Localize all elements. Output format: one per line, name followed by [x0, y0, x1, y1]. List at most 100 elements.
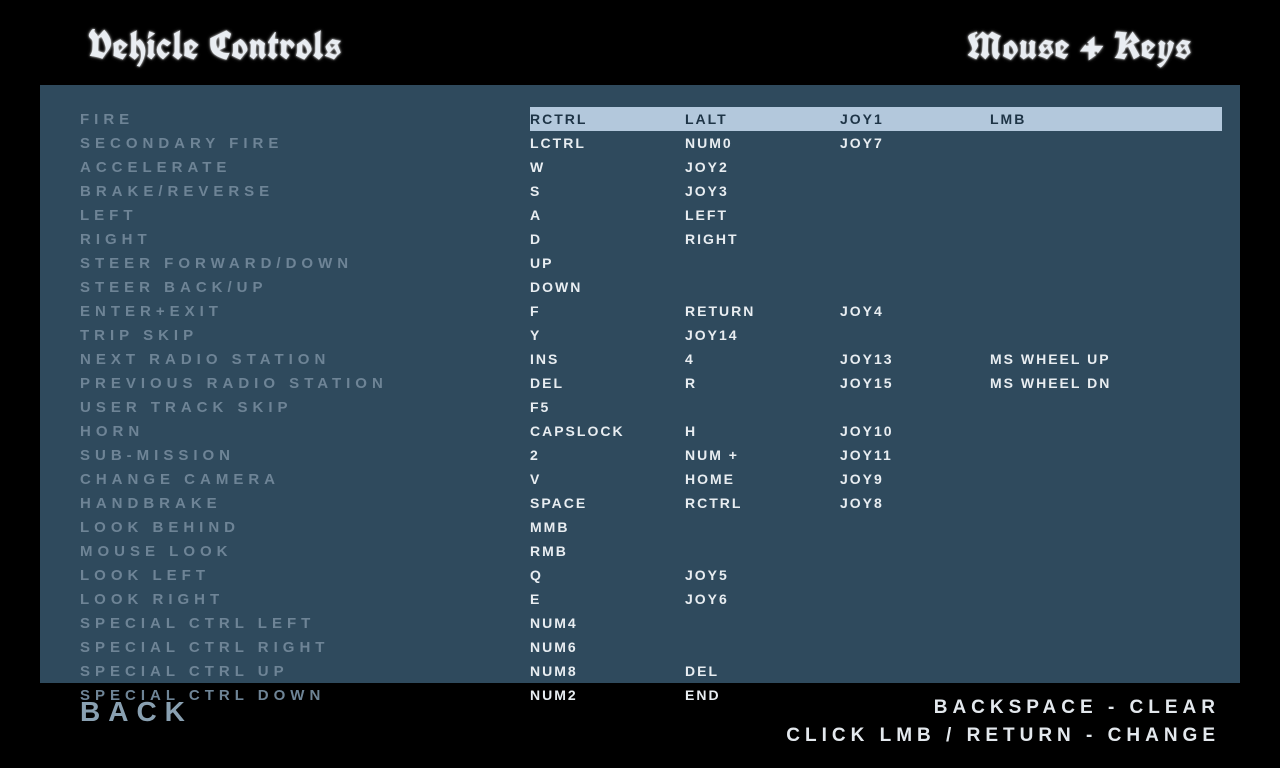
binding-slot[interactable]: INS: [530, 351, 685, 367]
binding-row[interactable]: ACCELERATEWJOY2: [80, 155, 1222, 179]
binding-slot[interactable]: JOY14: [685, 327, 840, 343]
binding-slot[interactable]: F: [530, 303, 685, 319]
binding-row[interactable]: NEXT RADIO STATIONINS4JOY13MS WHEEL UP: [80, 347, 1222, 371]
binding-label: FIRE: [80, 111, 134, 128]
binding-label: LOOK LEFT: [80, 567, 530, 584]
binding-slot[interactable]: RMB: [530, 543, 685, 559]
binding-label: MOUSE LOOK: [80, 543, 530, 560]
binding-slot[interactable]: Y: [530, 327, 685, 343]
binding-slot[interactable]: DEL: [685, 663, 840, 679]
binding-row[interactable]: LOOK LEFTQJOY5: [80, 563, 1222, 587]
binding-row[interactable]: MOUSE LOOKRMB: [80, 539, 1222, 563]
binding-row[interactable]: BRAKE/REVERSESJOY3: [80, 179, 1222, 203]
binding-slot[interactable]: JOY10: [840, 423, 990, 439]
binding-slot[interactable]: V: [530, 471, 685, 487]
binding-slot[interactable]: JOY3: [685, 183, 840, 199]
binding-label: ACCELERATE: [80, 159, 530, 176]
binding-row[interactable]: ENTER+EXITFRETURNJOY4: [80, 299, 1222, 323]
binding-slot[interactable]: JOY9: [840, 471, 990, 487]
binding-label: HANDBRAKE: [80, 495, 530, 512]
hint-change: CLICK LMB / RETURN - CHANGE: [786, 722, 1220, 750]
binding-slot[interactable]: LALT: [685, 111, 840, 127]
binding-label: RIGHT: [80, 231, 530, 248]
binding-label: ENTER+EXIT: [80, 303, 530, 320]
binding-label: SPECIAL CTRL RIGHT: [80, 639, 530, 656]
binding-slot[interactable]: RIGHT: [685, 231, 840, 247]
binding-slot[interactable]: RCTRL: [685, 495, 840, 511]
binding-row[interactable]: LEFTALEFT: [80, 203, 1222, 227]
binding-slot[interactable]: NUM4: [530, 615, 685, 631]
binding-slot[interactable]: JOY5: [685, 567, 840, 583]
binding-slot[interactable]: HOME: [685, 471, 840, 487]
binding-row[interactable]: USER TRACK SKIPF5: [80, 395, 1222, 419]
binding-slot[interactable]: RETURN: [685, 303, 840, 319]
binding-slot[interactable]: JOY15: [840, 375, 990, 391]
binding-slot[interactable]: NUM +: [685, 447, 840, 463]
binding-label: CHANGE CAMERA: [80, 471, 530, 488]
binding-slot[interactable]: UP: [530, 255, 685, 271]
binding-label: LEFT: [80, 207, 530, 224]
binding-slot[interactable]: 2: [530, 447, 685, 463]
binding-slot[interactable]: MS WHEEL UP: [990, 351, 1222, 367]
binding-slot[interactable]: F5: [530, 399, 685, 415]
binding-label: TRIP SKIP: [80, 327, 530, 344]
binding-slot[interactable]: JOY8: [840, 495, 990, 511]
binding-label: LOOK RIGHT: [80, 591, 530, 608]
binding-slot[interactable]: DEL: [530, 375, 685, 391]
binding-row[interactable]: STEER FORWARD/DOWNUP: [80, 251, 1222, 275]
binding-slot[interactable]: H: [685, 423, 840, 439]
binding-row[interactable]: SPECIAL CTRL LEFTNUM4: [80, 611, 1222, 635]
binding-row[interactable]: SPECIAL CTRL RIGHTNUM6: [80, 635, 1222, 659]
binding-row[interactable]: TRIP SKIPYJOY14: [80, 323, 1222, 347]
binding-row[interactable]: PREVIOUS RADIO STATIONDELRJOY15MS WHEEL …: [80, 371, 1222, 395]
binding-label: BRAKE/REVERSE: [80, 183, 530, 200]
binding-slot[interactable]: LEFT: [685, 207, 840, 223]
binding-slot[interactable]: W: [530, 159, 685, 175]
binding-row[interactable]: SECONDARY FIRELCTRLNUM0JOY7: [80, 131, 1222, 155]
binding-slot[interactable]: LCTRL: [530, 135, 685, 151]
binding-slot[interactable]: JOY13: [840, 351, 990, 367]
binding-row[interactable]: SUB-MISSION2NUM +JOY11: [80, 443, 1222, 467]
binding-row[interactable]: FIRE RCTRLLALTJOY1LMB: [80, 107, 1222, 131]
binding-slot[interactable]: JOY7: [840, 135, 990, 151]
binding-slot[interactable]: MS WHEEL DN: [990, 375, 1222, 391]
binding-row[interactable]: SPECIAL CTRL UPNUM8DEL: [80, 659, 1222, 683]
binding-row[interactable]: HORNCAPSLOCKHJOY10: [80, 419, 1222, 443]
binding-slot[interactable]: RCTRL: [530, 111, 685, 127]
binding-slot[interactable]: JOY11: [840, 447, 990, 463]
binding-label: STEER FORWARD/DOWN: [80, 255, 530, 272]
binding-label: USER TRACK SKIP: [80, 399, 530, 416]
binding-slot[interactable]: NUM6: [530, 639, 685, 655]
binding-slot[interactable]: R: [685, 375, 840, 391]
binding-row[interactable]: CHANGE CAMERAVHOMEJOY9: [80, 467, 1222, 491]
binding-slot[interactable]: D: [530, 231, 685, 247]
binding-slot[interactable]: JOY6: [685, 591, 840, 607]
binding-slot[interactable]: JOY2: [685, 159, 840, 175]
binding-row[interactable]: LOOK RIGHTEJOY6: [80, 587, 1222, 611]
binding-row[interactable]: STEER BACK/UPDOWN: [80, 275, 1222, 299]
binding-label: LOOK BEHIND: [80, 519, 530, 536]
back-button[interactable]: BACK: [80, 696, 193, 728]
binding-slot[interactable]: S: [530, 183, 685, 199]
binding-slot[interactable]: JOY1: [840, 111, 990, 127]
binding-slot[interactable]: E: [530, 591, 685, 607]
binding-slot[interactable]: NUM0: [685, 135, 840, 151]
binding-slot[interactable]: Q: [530, 567, 685, 583]
binding-slot[interactable]: 4: [685, 351, 840, 367]
binding-row[interactable]: LOOK BEHINDMMB: [80, 515, 1222, 539]
binding-slot[interactable]: JOY4: [840, 303, 990, 319]
bindings-panel: FIRERCTRLLALTJOY1LMBSECONDARY FIRELCTRLN…: [40, 85, 1240, 683]
binding-row[interactable]: RIGHTDRIGHT: [80, 227, 1222, 251]
binding-slot[interactable]: CAPSLOCK: [530, 423, 685, 439]
binding-slot[interactable]: DOWN: [530, 279, 685, 295]
binding-slot[interactable]: LMB: [990, 111, 1222, 127]
binding-slot[interactable]: NUM8: [530, 663, 685, 679]
binding-row[interactable]: HANDBRAKESPACERCTRLJOY8: [80, 491, 1222, 515]
binding-slot[interactable]: A: [530, 207, 685, 223]
binding-slot[interactable]: MMB: [530, 519, 685, 535]
binding-slot[interactable]: SPACE: [530, 495, 685, 511]
binding-label: PREVIOUS RADIO STATION: [80, 375, 530, 392]
footer-hints: BACKSPACE - CLEAR CLICK LMB / RETURN - C…: [786, 694, 1220, 750]
hint-clear: BACKSPACE - CLEAR: [786, 694, 1220, 722]
title-bar: Vehicle Controls Mouse + Keys: [0, 18, 1280, 73]
